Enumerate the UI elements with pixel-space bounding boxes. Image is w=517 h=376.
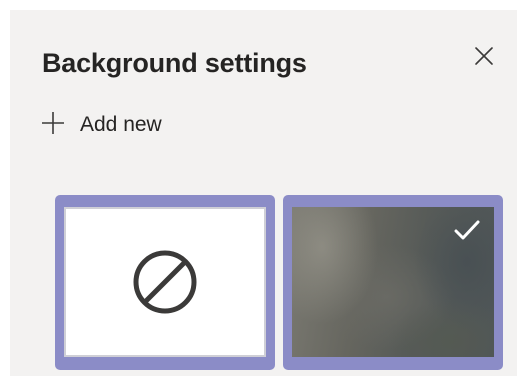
close-button[interactable] xyxy=(470,42,498,70)
no-background-icon xyxy=(133,250,197,314)
add-new-button[interactable]: Add new xyxy=(40,108,162,138)
add-new-label: Add new xyxy=(80,113,162,136)
background-option-none[interactable] xyxy=(55,195,275,370)
checkmark-icon xyxy=(454,220,480,240)
background-preview-blur xyxy=(292,207,494,357)
plus-icon xyxy=(40,110,66,136)
close-icon xyxy=(475,47,493,65)
background-settings-panel: Background settings Add new xyxy=(10,10,517,376)
panel-title: Background settings xyxy=(42,48,307,78)
background-preview-none xyxy=(64,207,266,357)
background-option-blur[interactable] xyxy=(283,195,503,370)
